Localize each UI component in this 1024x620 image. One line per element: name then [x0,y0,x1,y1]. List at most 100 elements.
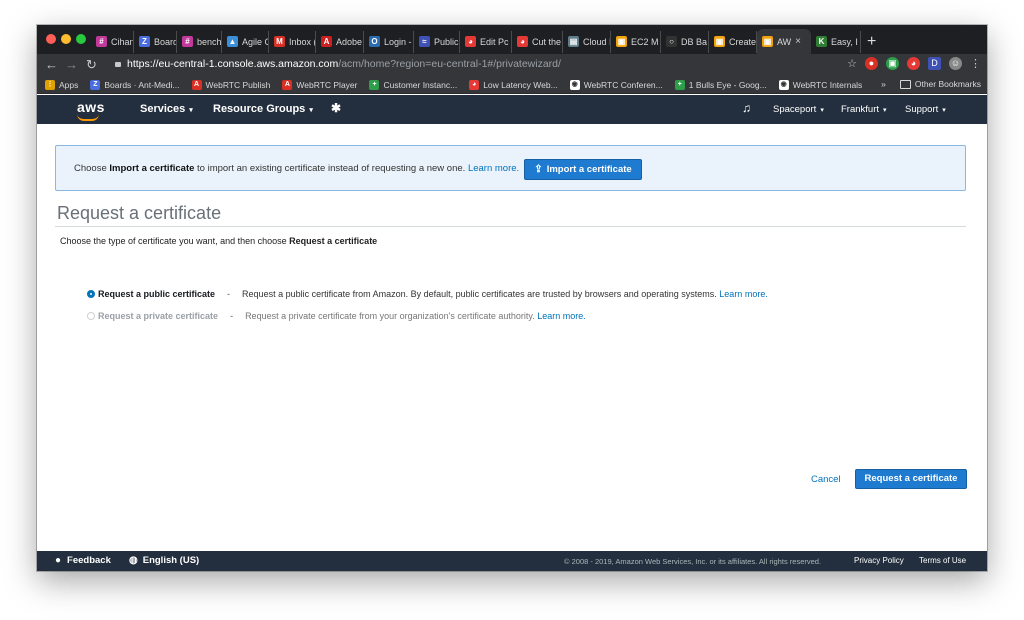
option-label: Request a public certificate [98,289,216,299]
bookmark-item[interactable]: ◉ WebRTC Conferen... [569,79,663,90]
close-window-button[interactable] [46,34,56,44]
public-certificate-radio[interactable] [87,290,95,298]
browser-tab[interactable]: ▤ Cloud I [563,30,611,53]
bookmark-item[interactable]: Z Boards · Ant-Medi... [90,79,180,90]
reload-icon[interactable]: ↻ [86,56,97,74]
option-description: Request a private certificate from your … [245,311,586,321]
support-menu[interactable]: Support ▾ [905,104,946,115]
folder-icon [899,79,911,89]
browser-tab[interactable]: M Inbox ( [269,30,316,53]
aws-top-nav: aws Services ▾ Resource Groups ▾ ✱ ♫ Space… [37,95,987,124]
private-certificate-radio[interactable] [87,312,95,320]
browser-tab[interactable]: A Adobe [316,30,364,53]
bookmarks-bar: ⋮ Apps Z Boards · Ant-Medi... A WebRTC Publis… [37,76,987,94]
bookmark-item[interactable]: +1 Bulls Eye - Goog... [674,79,767,90]
language-selector[interactable]: ◍ English (US) [129,555,199,566]
tab-strip: # Cihan Z Board # benchr ▲ Agile C M Inbox (A Adob… [37,25,987,54]
star-icon[interactable]: ☆ [847,57,857,70]
pin-icon[interactable]: ✱ [331,101,341,115]
bell-icon[interactable]: ♫ [742,101,751,115]
option-separator: - [230,311,234,321]
tab-favicon-icon: O [369,36,380,47]
browser-tab[interactable]: ▣ Create [709,30,757,53]
bookmark-favicon-icon: ◉ [569,79,580,90]
request-certificate-button[interactable]: Request a certificate [855,469,967,489]
address-bar[interactable]: https://eu-central-1.console.aws.amazon.… [115,58,561,70]
minimize-window-button[interactable] [61,34,71,44]
terms-of-use-link[interactable]: Terms of Use [919,556,966,565]
extension-icon[interactable]: ● [865,57,878,70]
browser-tab[interactable]: K Easy, I [811,30,861,53]
browser-tab[interactable]: # benchr [177,30,222,53]
profile-avatar[interactable]: ☺ [949,57,962,70]
bookmark-label: WebRTC Player [296,79,358,90]
privacy-policy-link[interactable]: Privacy Policy [854,556,904,565]
tab-favicon-icon: ▣ [714,36,725,47]
feedback-link[interactable]: ● Feedback [55,555,111,566]
tab-label: benchr [197,36,222,47]
resource-groups-menu[interactable]: Resource Groups ▾ [213,103,313,115]
bookmark-item[interactable]: ⋮ Apps [45,79,78,90]
tab-favicon-icon: ◕ [517,36,528,47]
browser-tab[interactable]: ▲ Agile C [222,30,269,53]
tab-label: AW [777,36,792,47]
chevron-down-icon: ▾ [309,107,313,114]
tab-label: Cloud I [583,36,611,47]
other-bookmarks[interactable]: Other Bookmarks [915,79,981,89]
tab-close-icon[interactable]: × [795,36,801,47]
bookmark-item[interactable]: + Customer Instanc... [369,79,457,90]
browser-tab[interactable]: ▣ AW × [757,29,811,54]
tab-label: EC2 M [631,36,659,47]
zoom-window-button[interactable] [76,34,86,44]
new-tab-icon[interactable]: + [867,31,876,53]
browser-tab[interactable]: ≈ Public [414,30,460,53]
option-learn-more-link[interactable]: Learn more. [537,311,586,321]
tab-label: Easy, I [831,36,858,47]
browser-tab[interactable]: ◕ Edit Pc [460,30,512,53]
back-icon[interactable]: ← [45,56,58,74]
option-public-certificate[interactable]: Request a public certificate - Request a… [87,289,768,299]
option-private-certificate[interactable]: Request a private certificate - Request … [87,311,586,321]
bookmark-label: Low Latency Web... [483,79,558,90]
info-prefix: Choose [74,163,110,174]
bookmark-item[interactable]: A WebRTC Publish [191,79,270,90]
bookmark-item[interactable]: ◉ WebRTC Internals [778,79,862,90]
browser-tab[interactable]: ◕ Cut the [512,30,563,53]
browser-tab[interactable]: Z Board [134,30,177,53]
browser-tab[interactable]: # Cihan [91,30,134,53]
region-menu[interactable]: Frankfurt ▾ [841,104,887,115]
info-suffix: to import an existing certificate instea… [194,163,468,174]
title-divider [55,226,966,227]
services-menu[interactable]: Services ▾ [140,103,193,115]
speech-bubble-icon: ● [55,555,62,566]
lock-icon [115,62,121,67]
extension-icon[interactable]: ◕ [907,57,920,70]
bookmark-favicon-icon: + [674,79,685,90]
bookmark-favicon-icon: ◉ [778,79,789,90]
resource-groups-label: Resource Groups [213,103,306,115]
browser-tab[interactable]: ▣ EC2 M [611,30,661,53]
import-certificate-button[interactable]: ⇪ Import a certificate [524,159,642,180]
account-menu[interactable]: Spaceport ▾ [773,104,824,115]
extension-icon[interactable]: ▣ [886,57,899,70]
bookmark-favicon-icon: ⋮ [45,79,55,90]
aws-logo[interactable]: aws [77,99,105,115]
bookmark-label: Boards · Ant-Medi... [104,79,180,90]
main-content: Choose Import a certificate to import an… [37,124,987,551]
tab-favicon-icon: Z [139,36,150,47]
browser-tab[interactable]: ○ DB Ba [661,30,709,53]
cancel-button[interactable]: Cancel [811,474,841,485]
bookmarks-overflow-icon[interactable]: » [881,79,886,89]
instructions-prefix: Choose the type of certificate you want,… [60,236,290,246]
extension-icon[interactable]: D [928,57,941,70]
browser-tab[interactable]: O Login - [364,30,414,53]
forward-icon[interactable]: → [65,56,78,74]
bookmark-item[interactable]: A WebRTC Player [282,79,358,90]
option-learn-more-link[interactable]: Learn more. [719,289,768,299]
info-learn-more-link[interactable]: Learn more. [468,163,519,174]
bookmarks-right: » Other Bookmarks [881,79,981,89]
menu-kebab-icon[interactable]: ⋮ [970,57,981,70]
bookmark-item[interactable]: ◕ Low Latency Web... [469,79,558,90]
tab-favicon-icon: ≈ [419,36,430,47]
bookmark-favicon-icon: Z [90,79,101,90]
